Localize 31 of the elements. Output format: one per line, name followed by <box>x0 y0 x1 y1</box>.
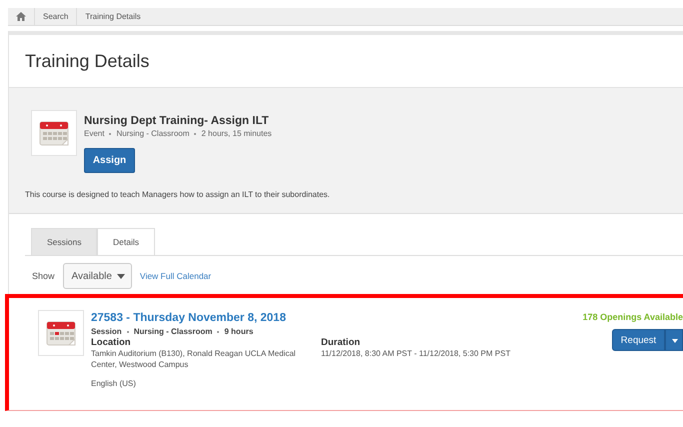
page-title: Training Details <box>25 50 150 72</box>
duration-text: 11/12/2018, 8:30 AM PST - 11/12/2018, 5:30 PM PST <box>321 348 510 359</box>
separator-dot <box>194 132 196 135</box>
separator-dot <box>217 330 220 333</box>
location-label: Location <box>91 337 132 348</box>
location-text: Tamkin Auditorium (B130), Ronald Reagan UCLA Medical Center, Westwood Campus <box>91 348 297 370</box>
calendar-icon <box>46 320 76 346</box>
course-description: This course is designed to teach Managers how to assign an ILT to their subordinates. <box>25 190 331 199</box>
status-dropdown[interactable]: Available <box>62 263 132 289</box>
session-meta: Session Nursing - Classroom 9 hours <box>91 327 254 336</box>
calendar-link[interactable]: View Full Calendar <box>140 271 212 281</box>
tab[interactable]: Details <box>97 228 155 255</box>
caret-icon <box>672 338 678 342</box>
separator-dot <box>126 330 129 333</box>
calendar-icon <box>39 120 69 146</box>
openings-count: 178 Openings Available <box>582 312 683 322</box>
assign-button[interactable]: Assign <box>84 148 135 173</box>
home-icon[interactable] <box>16 12 26 21</box>
duration-label: Duration <box>321 337 362 348</box>
separator-dot <box>109 132 112 135</box>
breadcrumb-link[interactable]: Search <box>43 12 68 21</box>
request-button[interactable]: Request <box>612 329 665 351</box>
show-label: Show <box>32 271 55 281</box>
breadcrumb-current: Training Details <box>85 12 141 21</box>
caret-icon <box>116 274 125 278</box>
course-title: Nursing Dept Training- Assign ILT <box>84 115 270 127</box>
course-meta: Event Nursing - Classroom 2 hours, 15 minutes <box>84 129 272 138</box>
language-text: English (US) <box>91 378 137 389</box>
tab[interactable]: Sessions <box>31 228 97 255</box>
request-menu-button[interactable] <box>665 329 683 351</box>
session-title[interactable]: 27583 - Thursday November 8, 2018 <box>91 312 286 324</box>
